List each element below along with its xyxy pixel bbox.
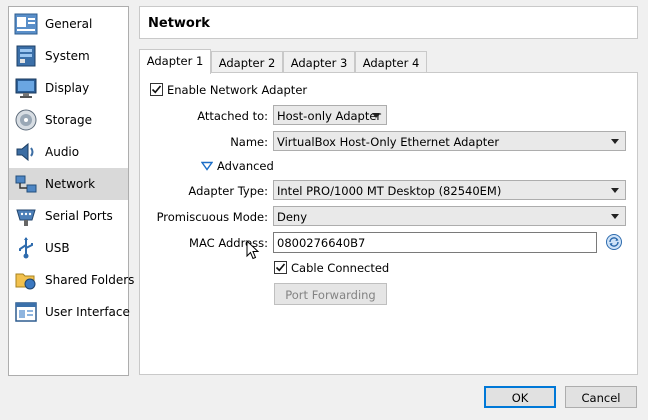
cancel-button[interactable]: Cancel bbox=[565, 386, 637, 408]
display-icon bbox=[14, 76, 38, 100]
sidebar-item-label: Display bbox=[45, 81, 90, 95]
sidebar-item-network[interactable]: Network bbox=[9, 168, 128, 200]
page-title: Network bbox=[148, 16, 210, 31]
name-label: Name: bbox=[230, 135, 268, 149]
tab-adapter-2[interactable]: Adapter 2 bbox=[211, 51, 283, 73]
refresh-mac-button[interactable] bbox=[605, 233, 623, 251]
sidebar-item-label: General bbox=[45, 17, 93, 31]
mac-address-input[interactable]: 0800276640B7 bbox=[273, 232, 597, 253]
sidebar-item-usb[interactable]: USB bbox=[9, 232, 128, 264]
system-icon bbox=[14, 44, 38, 68]
page-header: Network bbox=[139, 6, 638, 39]
sidebar-item-label: USB bbox=[45, 241, 70, 255]
refresh-icon bbox=[606, 234, 622, 250]
sidebar-item-display[interactable]: Display bbox=[9, 72, 128, 104]
tab-adapter-1[interactable]: Adapter 1 bbox=[139, 49, 211, 74]
tab-adapter-3[interactable]: Adapter 3 bbox=[283, 51, 355, 73]
port-forwarding-button[interactable]: Port Forwarding bbox=[274, 283, 387, 305]
shared-folders-icon bbox=[14, 268, 38, 292]
sidebar-item-label: Network bbox=[45, 177, 96, 191]
name-value: VirtualBox Host-Only Ethernet Adapter bbox=[277, 135, 500, 149]
promiscuous-mode-value: Deny bbox=[277, 210, 308, 224]
ok-button[interactable]: OK bbox=[484, 386, 556, 408]
sidebar-item-label: Serial Ports bbox=[45, 209, 113, 223]
sidebar-item-label: User Interface bbox=[45, 305, 130, 319]
chevron-down-icon bbox=[372, 113, 380, 118]
check-icon bbox=[275, 263, 286, 272]
user-interface-icon bbox=[14, 300, 38, 324]
chevron-down-icon bbox=[611, 139, 619, 144]
advanced-toggle[interactable]: Advanced bbox=[201, 159, 274, 173]
advanced-label: Advanced bbox=[217, 159, 274, 173]
check-icon bbox=[151, 85, 162, 94]
chevron-down-icon bbox=[611, 214, 619, 219]
chevron-down-icon bbox=[611, 188, 619, 193]
sidebar-item-label: Storage bbox=[45, 113, 92, 127]
promiscuous-mode-label: Promiscuous Mode: bbox=[156, 210, 268, 224]
sidebar-item-general[interactable]: General bbox=[9, 8, 128, 40]
sidebar-item-shared-folders[interactable]: Shared Folders bbox=[9, 264, 134, 296]
sidebar-item-label: System bbox=[45, 49, 90, 63]
adapter-type-value: Intel PRO/1000 MT Desktop (82540EM) bbox=[277, 184, 502, 198]
mouse-cursor-icon bbox=[246, 240, 260, 260]
name-select[interactable]: VirtualBox Host-Only Ethernet Adapter bbox=[273, 131, 626, 151]
enable-adapter-checkbox[interactable] bbox=[150, 83, 163, 96]
sidebar-item-user-interface[interactable]: User Interface bbox=[9, 296, 130, 328]
cable-connected-checkbox[interactable] bbox=[274, 261, 287, 274]
settings-sidebar: General System Display Storage Audio Net… bbox=[8, 6, 134, 376]
attached-to-label: Attached to: bbox=[197, 109, 268, 123]
network-icon bbox=[14, 172, 38, 196]
mac-address-value: 0800276640B7 bbox=[277, 236, 366, 250]
storage-icon bbox=[14, 108, 38, 132]
attached-to-value: Host-only Adapter bbox=[277, 109, 382, 123]
sidebar-item-audio[interactable]: Audio bbox=[9, 136, 128, 168]
sidebar-item-serial-ports[interactable]: Serial Ports bbox=[9, 200, 128, 232]
sidebar-item-system[interactable]: System bbox=[9, 40, 128, 72]
audio-icon bbox=[14, 140, 38, 164]
attached-to-select[interactable]: Host-only Adapter bbox=[273, 105, 387, 125]
general-icon bbox=[14, 12, 38, 36]
cable-connected-label: Cable Connected bbox=[291, 261, 390, 275]
triangle-down-icon bbox=[201, 161, 213, 171]
serial-ports-icon bbox=[14, 204, 38, 228]
sidebar-item-storage[interactable]: Storage bbox=[9, 104, 128, 136]
enable-adapter-label: Enable Network Adapter bbox=[167, 83, 308, 97]
adapter-type-label: Adapter Type: bbox=[188, 184, 268, 198]
usb-icon bbox=[14, 236, 38, 260]
sidebar-item-label: Shared Folders bbox=[45, 273, 135, 287]
sidebar-item-label: Audio bbox=[45, 145, 80, 159]
promiscuous-mode-select[interactable]: Deny bbox=[273, 206, 626, 226]
tab-adapter-4[interactable]: Adapter 4 bbox=[355, 51, 427, 73]
adapter-type-select[interactable]: Intel PRO/1000 MT Desktop (82540EM) bbox=[273, 180, 626, 200]
